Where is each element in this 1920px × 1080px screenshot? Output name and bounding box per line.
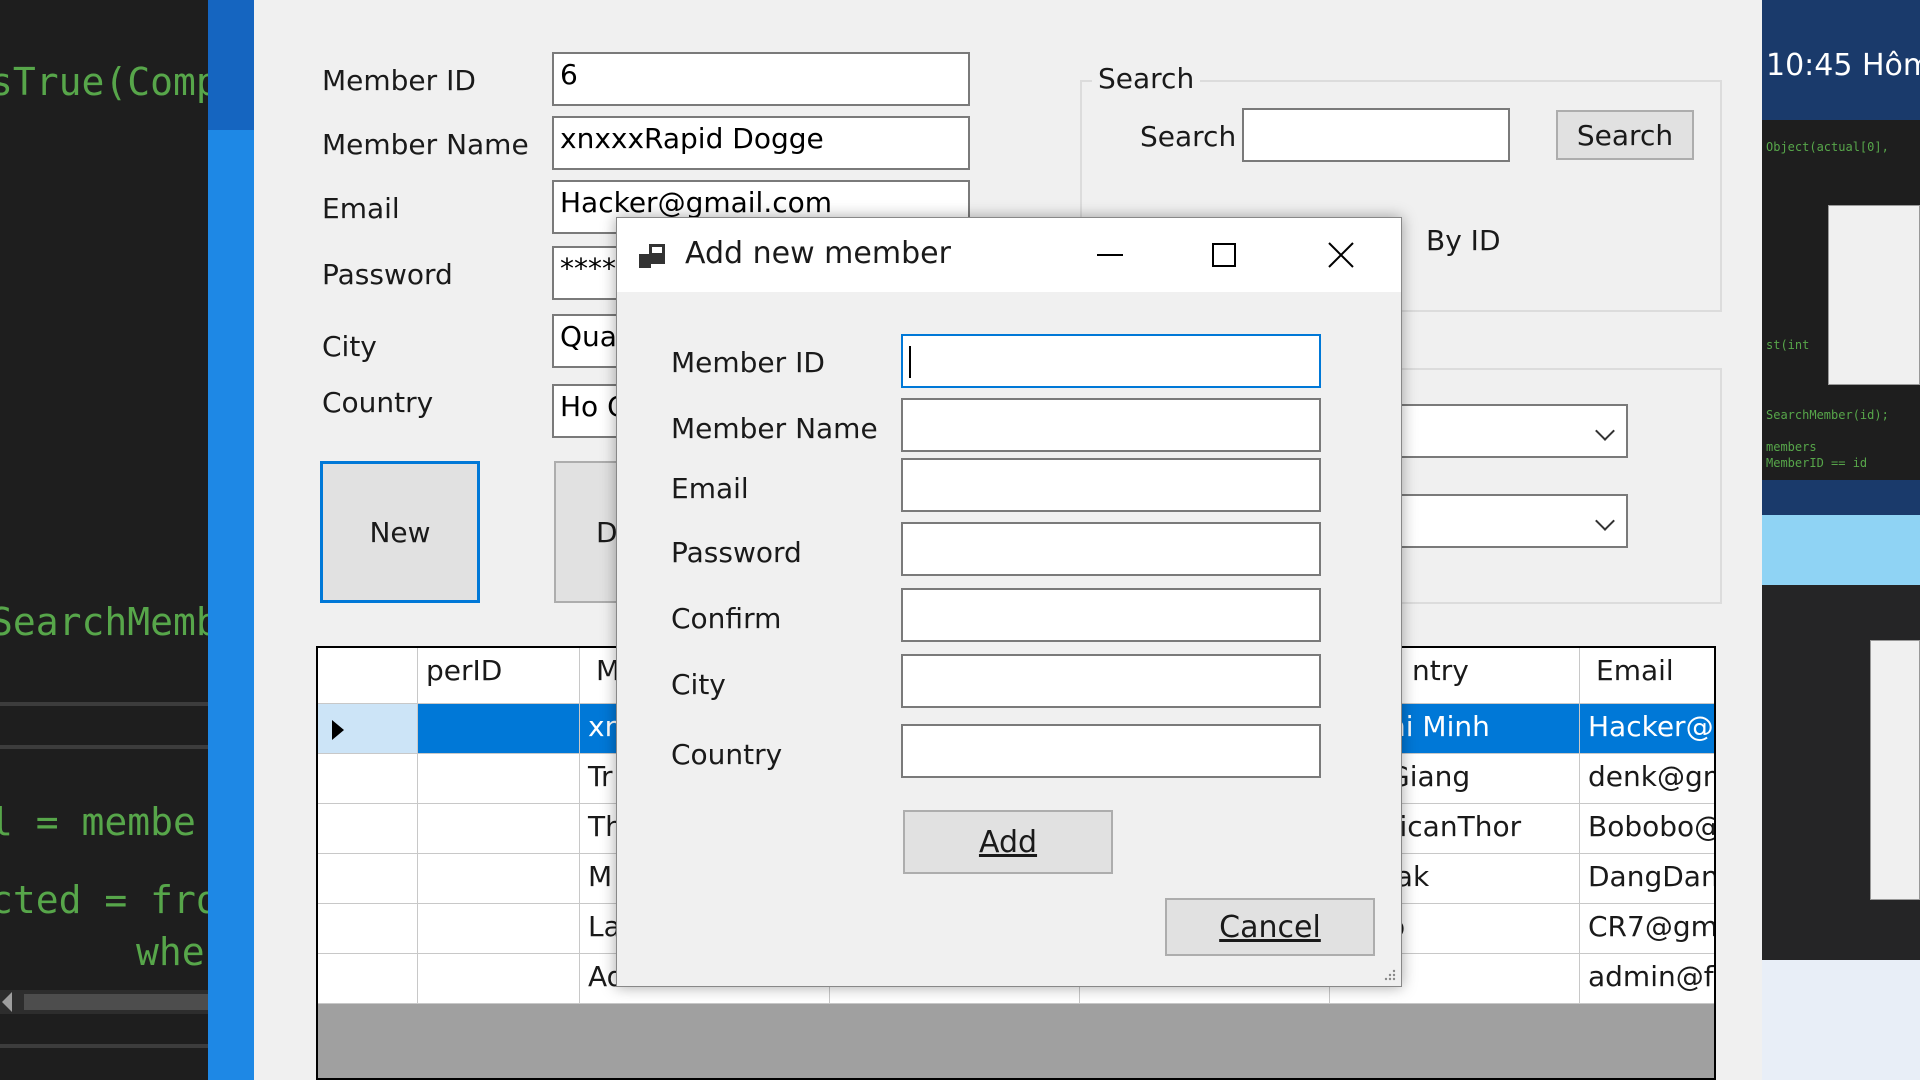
editor-divider [0, 702, 208, 706]
thumbnail-code-line: members [1766, 440, 1817, 454]
dialog-city-input[interactable] [901, 654, 1321, 708]
dialog-city-label: City [671, 668, 726, 701]
grid-cell[interactable] [418, 754, 580, 804]
dialog-member-id-label: Member ID [671, 346, 825, 379]
code-line: SearchMembe [0, 600, 208, 644]
search-by-id-radio-label[interactable]: By ID [1426, 224, 1501, 257]
grid-cell-email[interactable]: CR7@gm [1580, 904, 1714, 954]
maximize-icon [1212, 243, 1236, 267]
thumbnail-panel [1762, 515, 1920, 585]
password-label: Password [322, 258, 453, 291]
grid-cell-email[interactable]: Bobobo@ [1580, 804, 1714, 854]
chevron-down-icon [1595, 511, 1615, 531]
row-header-selected[interactable] [318, 704, 418, 754]
grid-cell-email[interactable]: admin@f [1580, 954, 1714, 1004]
scroll-left-icon[interactable] [2, 992, 12, 1012]
grid-cell-email[interactable]: Hacker@g [1580, 704, 1714, 754]
thumbnail-login-window [1828, 205, 1920, 385]
dialog-confirm-label: Confirm [671, 602, 782, 635]
grid-corner-header [318, 648, 418, 704]
search-input[interactable] [1242, 108, 1510, 162]
grid-cell[interactable] [418, 954, 580, 1004]
thumbnail-code-line: SearchMember(id); [1766, 408, 1889, 422]
dialog-title: Add new member [685, 236, 951, 271]
scrollbar-thumb[interactable] [24, 994, 208, 1010]
code-line: cted = fro [0, 878, 208, 922]
thumbnail-code-line: Object(actual[0], [1766, 140, 1889, 154]
app-icon [639, 244, 665, 268]
thumbnail-code-line: MemberID == id [1766, 456, 1868, 470]
search-button[interactable]: Search [1556, 110, 1694, 160]
dialog-email-input[interactable] [901, 458, 1321, 512]
row-header[interactable] [318, 854, 418, 904]
new-button[interactable]: New [320, 461, 480, 603]
text-cursor [909, 346, 911, 378]
clock-text: 10:45 Hôm [1766, 48, 1920, 83]
close-button[interactable] [1283, 218, 1399, 292]
editor-divider [0, 745, 208, 749]
member-id-label: Member ID [322, 64, 476, 97]
member-name-label: Member Name [322, 128, 529, 161]
grid-cell[interactable] [418, 904, 580, 954]
dialog-country-input[interactable] [901, 724, 1321, 778]
member-id-field[interactable]: 6 [552, 52, 970, 106]
thumbnail-code-line: st(int [1766, 338, 1810, 352]
editor-divider [0, 1044, 208, 1048]
member-name-field[interactable]: xnxxxRapid Dogge [552, 116, 970, 170]
dialog-password-input[interactable] [901, 522, 1321, 576]
resize-grip-icon[interactable] [1383, 968, 1397, 982]
code-line: whe [136, 930, 205, 974]
window-edge-top [208, 0, 254, 130]
dialog-password-label: Password [671, 536, 802, 569]
column-header-email[interactable]: Email [1580, 648, 1714, 704]
grid-cell-email[interactable]: denk@gm [1580, 754, 1714, 804]
column-header-member-id[interactable]: perID [418, 648, 580, 704]
add-member-dialog: Add new member Member ID Member Name Ema… [616, 217, 1402, 987]
add-button[interactable]: Add [903, 810, 1113, 874]
cancel-button[interactable]: Cancel [1165, 898, 1375, 956]
dialog-member-id-input[interactable] [901, 334, 1321, 388]
dialog-confirm-input[interactable] [901, 588, 1321, 642]
dialog-title-bar[interactable]: Add new member [617, 218, 1401, 292]
maximize-button[interactable] [1167, 218, 1283, 292]
row-header[interactable] [318, 804, 418, 854]
dialog-member-name-input[interactable] [901, 398, 1321, 452]
grid-cell-email[interactable]: DangDan [1580, 854, 1714, 904]
thumbnail-taskbar [1762, 960, 1920, 1080]
code-line: l = membe [0, 800, 196, 844]
row-header[interactable] [318, 904, 418, 954]
grid-cell[interactable] [418, 854, 580, 904]
city-label: City [322, 330, 377, 363]
grid-cell[interactable] [418, 804, 580, 854]
code-editor-background: sTrue(Compa SearchMembe l = membe cted =… [0, 0, 208, 1080]
dialog-country-label: Country [671, 738, 783, 771]
grid-cell[interactable] [418, 704, 580, 754]
row-header[interactable] [318, 754, 418, 804]
search-group-title: Search [1092, 62, 1201, 95]
country-label: Country [322, 386, 434, 419]
minimize-icon [1097, 254, 1123, 256]
background-window-edge [208, 0, 254, 1080]
row-header[interactable] [318, 954, 418, 1004]
code-line: sTrue(Compa [0, 60, 208, 104]
minimize-button[interactable] [1051, 218, 1167, 292]
editor-horizontal-scrollbar[interactable] [0, 990, 208, 1014]
close-icon [1328, 242, 1354, 268]
dialog-email-label: Email [671, 472, 749, 505]
chevron-down-icon [1595, 421, 1615, 441]
thumbnail-member-window [1870, 640, 1920, 900]
email-label: Email [322, 192, 400, 225]
background-window-thumbnail: 10:45 Hôm Object(actual[0], st(int Searc… [1762, 0, 1920, 1080]
current-row-indicator-icon [332, 720, 344, 740]
dialog-member-name-label: Member Name [671, 412, 878, 445]
search-label: Search [1140, 120, 1237, 153]
